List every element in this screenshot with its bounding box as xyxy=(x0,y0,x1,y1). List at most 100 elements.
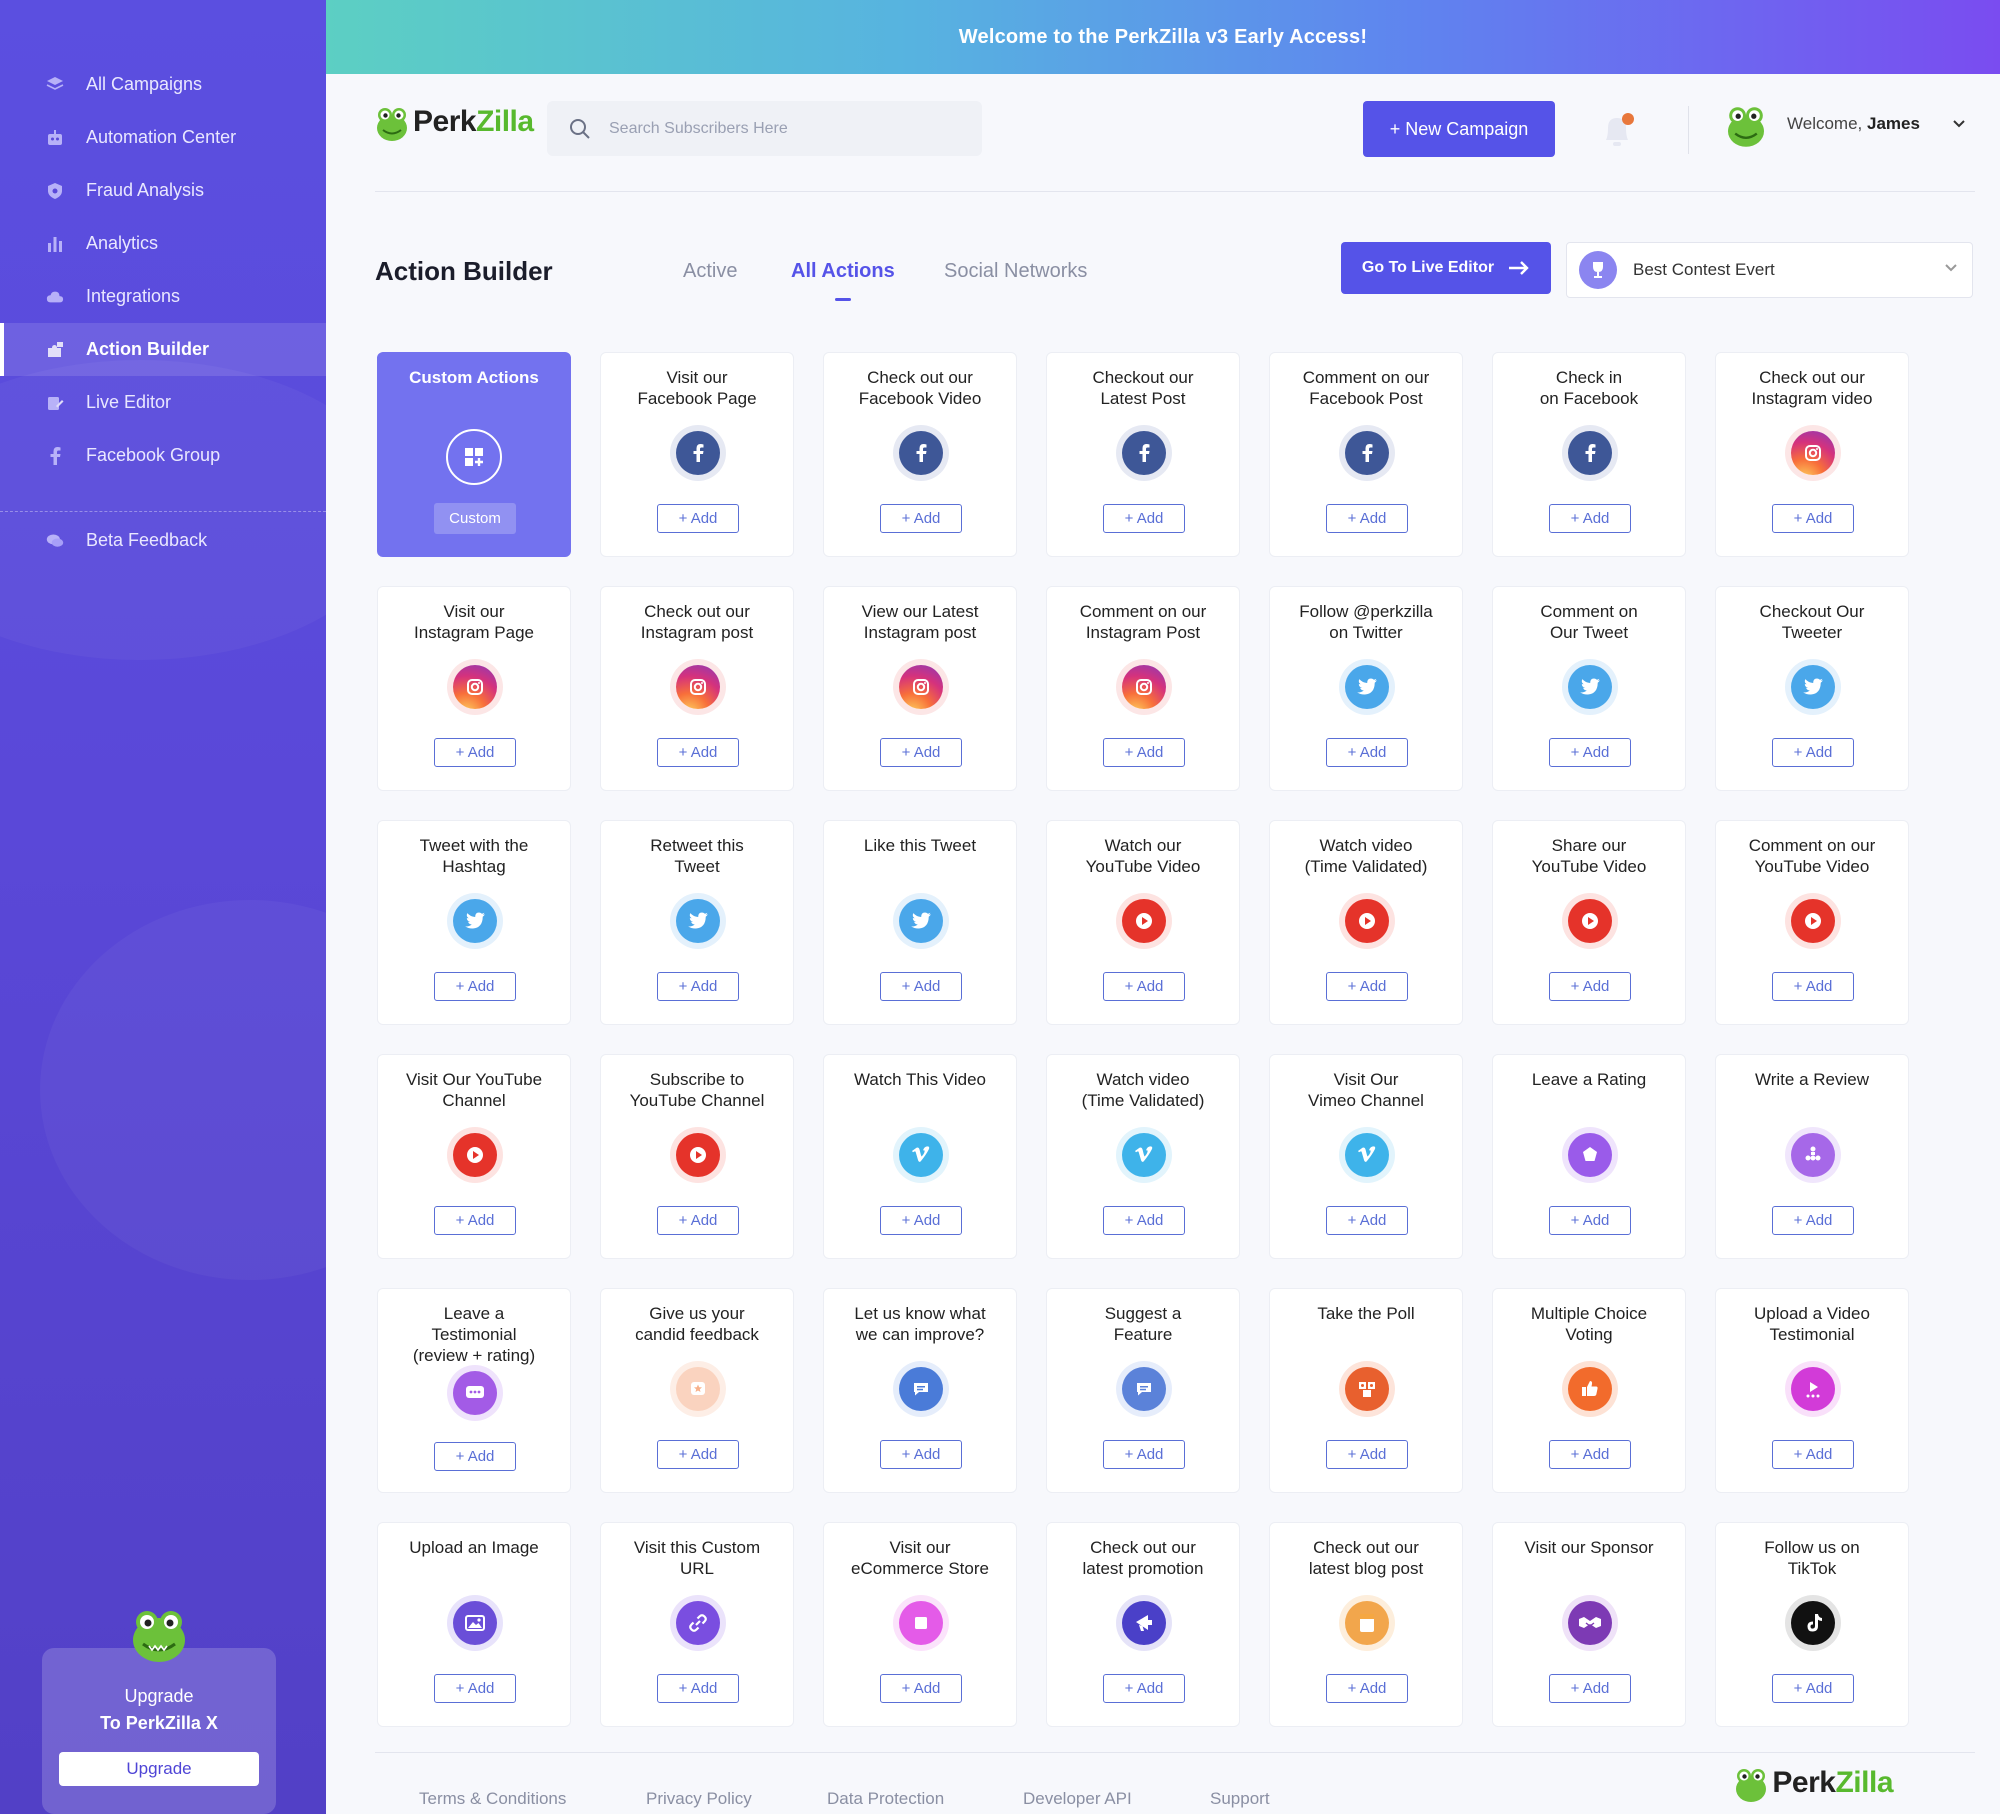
add-action-button[interactable]: + Add xyxy=(1103,1674,1185,1703)
add-action-button[interactable]: + Add xyxy=(1549,1206,1631,1235)
vimeo-icon xyxy=(1345,1133,1389,1177)
add-action-button[interactable]: + Add xyxy=(657,1206,739,1235)
new-campaign-button[interactable]: + New Campaign xyxy=(1363,101,1555,157)
add-action-button[interactable]: + Add xyxy=(1772,504,1854,533)
add-action-button[interactable]: + Add xyxy=(1103,1440,1185,1469)
footer-link-developer-api[interactable]: Developer API xyxy=(1023,1789,1132,1809)
add-action-button[interactable]: + Add xyxy=(1549,972,1631,1001)
card-title: Visit Our Vimeo Channel xyxy=(1308,1070,1424,1110)
sidebar-item-label: Automation Center xyxy=(86,127,237,147)
add-action-button[interactable]: + Add xyxy=(1549,738,1631,767)
go-to-live-editor-button[interactable]: Go To Live Editor xyxy=(1341,242,1551,294)
card-title: Check out our latest blog post xyxy=(1308,1538,1424,1578)
add-action-button[interactable]: + Add xyxy=(1326,1674,1408,1703)
sidebar-item-all-campaigns[interactable]: All Campaigns xyxy=(0,58,326,111)
banner-text: Welcome to the PerkZilla v3 Early Access… xyxy=(958,25,1368,48)
custom-button[interactable]: Custom xyxy=(434,503,516,534)
add-action-button[interactable]: + Add xyxy=(880,972,962,1001)
add-action-button[interactable]: + Add xyxy=(1549,1674,1631,1703)
footer-link-data-protection[interactable]: Data Protection xyxy=(827,1789,944,1809)
action-card: Upload an Image + Add xyxy=(377,1522,571,1727)
add-action-button[interactable]: + Add xyxy=(1549,504,1631,533)
action-card: Tweet with the Hashtag + Add xyxy=(377,820,571,1025)
perkzilla-logo[interactable]: PerkZilla xyxy=(375,102,534,142)
action-card: Retweet this Tweet + Add xyxy=(600,820,794,1025)
add-action-button[interactable]: + Add xyxy=(1772,1440,1854,1469)
add-action-button[interactable]: + Add xyxy=(1772,738,1854,767)
add-action-button[interactable]: + Add xyxy=(1326,1440,1408,1469)
add-action-button[interactable]: + Add xyxy=(434,1206,516,1235)
sidebar-item-facebook-group[interactable]: Facebook Group xyxy=(0,429,326,482)
add-action-button[interactable]: + Add xyxy=(1326,738,1408,767)
add-action-button[interactable]: + Add xyxy=(657,1440,739,1469)
card-title: Check out our Instagram video xyxy=(1751,368,1873,408)
sidebar-item-live-editor[interactable]: Live Editor xyxy=(0,376,326,429)
card-title: Give us your candid feedback xyxy=(635,1304,759,1344)
add-action-button[interactable]: + Add xyxy=(880,1674,962,1703)
notification-bell-icon[interactable] xyxy=(1600,112,1636,155)
contest-select[interactable]: Best Contest Evert xyxy=(1566,242,1973,298)
add-action-button[interactable]: + Add xyxy=(434,1674,516,1703)
tab-social-networks[interactable]: Social Networks xyxy=(944,260,1087,283)
sidebar-item-analytics[interactable]: Analytics xyxy=(0,217,326,270)
sidebar-nav: All Campaigns Automation Center Fraud Anal… xyxy=(0,58,326,482)
image-icon xyxy=(453,1601,497,1645)
sidebar-divider xyxy=(0,511,326,512)
card-title: Visit our Sponsor xyxy=(1524,1538,1654,1557)
upgrade-card: Upgrade To PerkZilla X Upgrade xyxy=(42,1611,276,1814)
tab-all-actions[interactable]: All Actions xyxy=(791,260,895,301)
action-card: Comment on our Facebook Post + Add xyxy=(1269,352,1463,557)
add-action-button[interactable]: + Add xyxy=(1103,738,1185,767)
add-action-button[interactable]: + Add xyxy=(1549,1440,1631,1469)
add-action-button[interactable]: + Add xyxy=(1103,1206,1185,1235)
add-action-button[interactable]: + Add xyxy=(1772,972,1854,1001)
vimeo-icon xyxy=(899,1133,943,1177)
upgrade-button[interactable]: Upgrade xyxy=(59,1752,259,1786)
footer-link-terms[interactable]: Terms & Conditions xyxy=(419,1789,566,1809)
sidebar-item-action-builder[interactable]: Action Builder xyxy=(0,323,326,376)
youtube-icon xyxy=(676,1133,720,1177)
card-title: Let us know what we can improve? xyxy=(854,1304,986,1344)
card-title: Visit our Instagram Page xyxy=(413,602,534,642)
sidebar-item-beta-feedback[interactable]: Beta Feedback xyxy=(0,514,326,567)
action-card: Checkout Our Tweeter + Add xyxy=(1715,586,1909,791)
add-action-button[interactable]: + Add xyxy=(657,738,739,767)
add-action-button[interactable]: + Add xyxy=(1326,1206,1408,1235)
action-card: Watch video (Time Validated) + Add xyxy=(1046,1054,1240,1259)
add-action-button[interactable]: + Add xyxy=(1103,504,1185,533)
add-action-button[interactable]: + Add xyxy=(880,738,962,767)
footer-logo: PerkZilla xyxy=(1734,1763,1893,1803)
add-action-button[interactable]: + Add xyxy=(657,1674,739,1703)
action-card: Share our YouTube Video + Add xyxy=(1492,820,1686,1025)
feedback-icon xyxy=(676,1367,720,1411)
sidebar-item-label: Action Builder xyxy=(86,339,210,359)
add-action-button[interactable]: + Add xyxy=(434,1442,516,1471)
add-action-button[interactable]: + Add xyxy=(434,738,516,767)
tab-active[interactable]: Active xyxy=(683,260,737,283)
tiktok-icon xyxy=(1791,1601,1835,1645)
add-action-button[interactable]: + Add xyxy=(880,1440,962,1469)
add-action-button[interactable]: + Add xyxy=(880,1206,962,1235)
footer-link-privacy[interactable]: Privacy Policy xyxy=(646,1789,752,1809)
add-action-button[interactable]: + Add xyxy=(880,504,962,533)
add-action-button[interactable]: + Add xyxy=(1772,1206,1854,1235)
add-action-button[interactable]: + Add xyxy=(1326,504,1408,533)
sidebar-item-fraud-analysis[interactable]: Fraud Analysis xyxy=(0,164,326,217)
logo-text: PerkZilla xyxy=(1772,1766,1893,1799)
user-menu[interactable]: Welcome, James xyxy=(1725,100,1966,148)
sidebar: All Campaigns Automation Center Fraud Anal… xyxy=(0,0,326,1814)
footer-link-support[interactable]: Support xyxy=(1210,1789,1270,1809)
add-action-button[interactable]: + Add xyxy=(1772,1674,1854,1703)
search-input[interactable] xyxy=(609,119,949,138)
card-title: Like this Tweet xyxy=(863,836,977,855)
add-action-button[interactable]: + Add xyxy=(1103,972,1185,1001)
add-action-button[interactable]: + Add xyxy=(1326,972,1408,1001)
add-action-button[interactable]: + Add xyxy=(434,972,516,1001)
sidebar-item-integrations[interactable]: Integrations xyxy=(0,270,326,323)
card-title: Leave a Testimonial (review + rating) xyxy=(412,1304,536,1365)
add-action-button[interactable]: + Add xyxy=(657,504,739,533)
action-card: Leave a Testimonial (review + rating) + A… xyxy=(377,1288,571,1493)
sidebar-item-automation-center[interactable]: Automation Center xyxy=(0,111,326,164)
add-action-button[interactable]: + Add xyxy=(657,972,739,1001)
custom-actions-card[interactable]: Custom Actions Custom xyxy=(377,352,571,557)
